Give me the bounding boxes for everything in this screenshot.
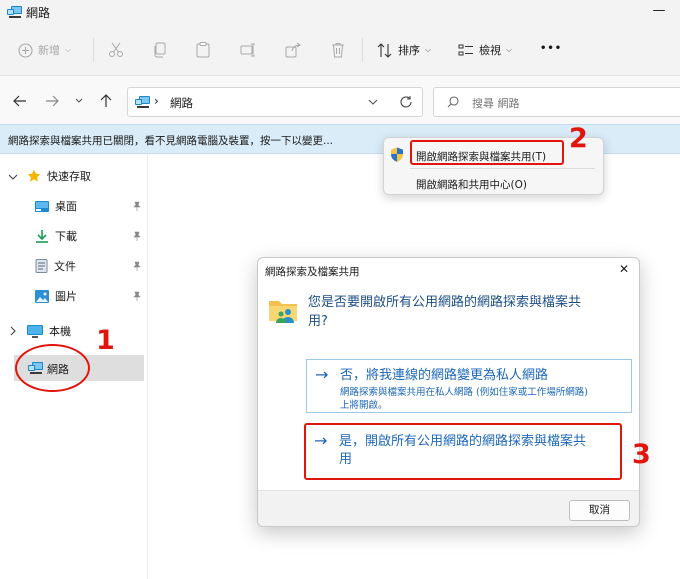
title-bar: 網路 —: [0, 0, 680, 25]
sidebar-item-pictures[interactable]: 圖片: [35, 288, 77, 304]
chevron-down-icon: ⌵: [506, 45, 513, 54]
window-title: 網路: [26, 6, 51, 20]
share-icon[interactable]: [285, 42, 301, 58]
chevron-down-icon[interactable]: [8, 172, 18, 182]
search-icon: [447, 96, 459, 108]
sort-icon: [377, 42, 392, 58]
menu-separator: [410, 168, 595, 169]
document-icon: [35, 259, 48, 273]
delete-icon[interactable]: [330, 42, 346, 58]
network-icon: [135, 96, 150, 108]
search-input[interactable]: 搜尋 網路: [472, 95, 520, 111]
pin-icon[interactable]: [132, 201, 142, 211]
sidebar-item-label: 桌面: [55, 200, 77, 213]
breadcrumb-network[interactable]: 網路: [170, 95, 193, 111]
new-button[interactable]: 新增 ⌵: [18, 42, 71, 58]
cancel-button[interactable]: 取消: [569, 500, 630, 521]
search-box[interactable]: 搜尋 網路: [433, 87, 680, 117]
annotation-step-1: 1: [96, 325, 115, 356]
sidebar-item-label: 文件: [54, 260, 76, 273]
pin-icon[interactable]: [132, 261, 142, 271]
annotation-box-turn-on: [410, 140, 564, 165]
sidebar-item-label: 下載: [55, 230, 77, 243]
copy-icon[interactable]: [152, 42, 168, 58]
star-icon: [27, 169, 41, 182]
toolbar-divider: [93, 38, 94, 62]
back-arrow-icon[interactable]: [12, 93, 28, 109]
annotation-step-3: 3: [632, 439, 651, 470]
paste-icon[interactable]: [195, 42, 211, 58]
shared-folder-icon: [269, 301, 297, 323]
info-bar-message[interactable]: 網路探索與檔案共用已關閉，看不見網路電腦及裝置，按一下以變更...: [8, 133, 333, 148]
new-label: 新增: [38, 44, 60, 57]
chevron-down-icon: ⌵: [65, 45, 72, 54]
sort-label: 排序: [398, 44, 420, 57]
option-private-network-title: 否，將我連線的網路變更為私人網路: [340, 368, 549, 383]
sidebar-item-quick-access[interactable]: 快速存取: [27, 168, 91, 184]
command-bar: 新增 ⌵ 排序 ⌵ 檢視 ⌵ •••: [0, 25, 680, 76]
option-private-network-desc-line2: 上將開啟。: [340, 400, 388, 411]
view-label: 檢視: [479, 44, 501, 57]
chevron-down-icon[interactable]: [74, 93, 84, 109]
download-icon: [36, 230, 48, 243]
cut-icon[interactable]: [108, 42, 124, 58]
toolbar-divider: [362, 38, 363, 62]
sidebar-item-desktop[interactable]: 桌面: [35, 198, 77, 214]
option-private-network[interactable]: → 否，將我連線的網路變更為私人網路 網路探索與檔案共用在私人網路 (例如住家或…: [306, 359, 632, 413]
pin-icon[interactable]: [132, 231, 142, 241]
option-private-network-desc-line1: 網路探索與檔案共用在私人網路 (例如住家或工作場所網路): [340, 387, 588, 398]
computer-icon: [27, 324, 43, 338]
sidebar-item-downloads[interactable]: 下載: [35, 228, 77, 244]
rename-icon[interactable]: [240, 42, 256, 58]
chevron-down-icon: ⌵: [425, 45, 432, 54]
sidebar-item-documents[interactable]: 文件: [35, 258, 76, 274]
desktop-icon: [35, 200, 49, 212]
view-icon: [458, 44, 473, 55]
network-discovery-dialog: 網路探索及檔案共用 ✕ 您是否要開啟所有公用網路的網路探索與檔案共 用? → 否…: [257, 257, 640, 527]
pane-divider[interactable]: [147, 154, 148, 579]
refresh-icon[interactable]: [399, 95, 413, 109]
sidebar-item-label: 本機: [49, 325, 71, 338]
minimize-button[interactable]: —: [646, 3, 672, 19]
more-options-button[interactable]: •••: [540, 43, 562, 54]
plus-icon: [18, 42, 33, 58]
address-row: › 網路 搜尋 網路: [0, 76, 680, 124]
annotation-circle-network: [15, 344, 90, 392]
sidebar-item-label: 快速存取: [47, 170, 91, 183]
view-button[interactable]: 檢視 ⌵: [458, 42, 512, 58]
sidebar-item-label: 圖片: [55, 290, 77, 303]
network-icon: [7, 6, 22, 18]
picture-icon: [35, 289, 49, 303]
dialog-footer: 取消: [258, 490, 639, 526]
chevron-right-icon[interactable]: [8, 326, 18, 336]
breadcrumb-separator: ›: [154, 94, 159, 108]
forward-arrow-icon[interactable]: [44, 93, 60, 109]
dialog-question-line2: 用?: [308, 314, 328, 329]
arrow-right-icon: →: [315, 365, 329, 384]
shield-icon: [391, 147, 403, 162]
address-bar[interactable]: › 網路: [127, 87, 423, 117]
sort-button[interactable]: 排序 ⌵: [377, 42, 431, 58]
close-icon[interactable]: ✕: [619, 262, 629, 276]
annotation-box-option-yes: [304, 423, 622, 480]
dialog-question-line1: 您是否要開啟所有公用網路的網路探索與檔案共: [308, 295, 582, 310]
sidebar-item-this-pc[interactable]: 本機: [27, 323, 71, 339]
pin-icon[interactable]: [132, 291, 142, 301]
context-menu-item-network-center[interactable]: 開啟網路和共用中心(O): [416, 177, 527, 192]
annotation-step-2: 2: [569, 123, 588, 154]
dialog-title: 網路探索及檔案共用: [265, 266, 360, 278]
up-arrow-icon[interactable]: [98, 93, 114, 109]
chevron-down-icon[interactable]: [368, 98, 378, 106]
